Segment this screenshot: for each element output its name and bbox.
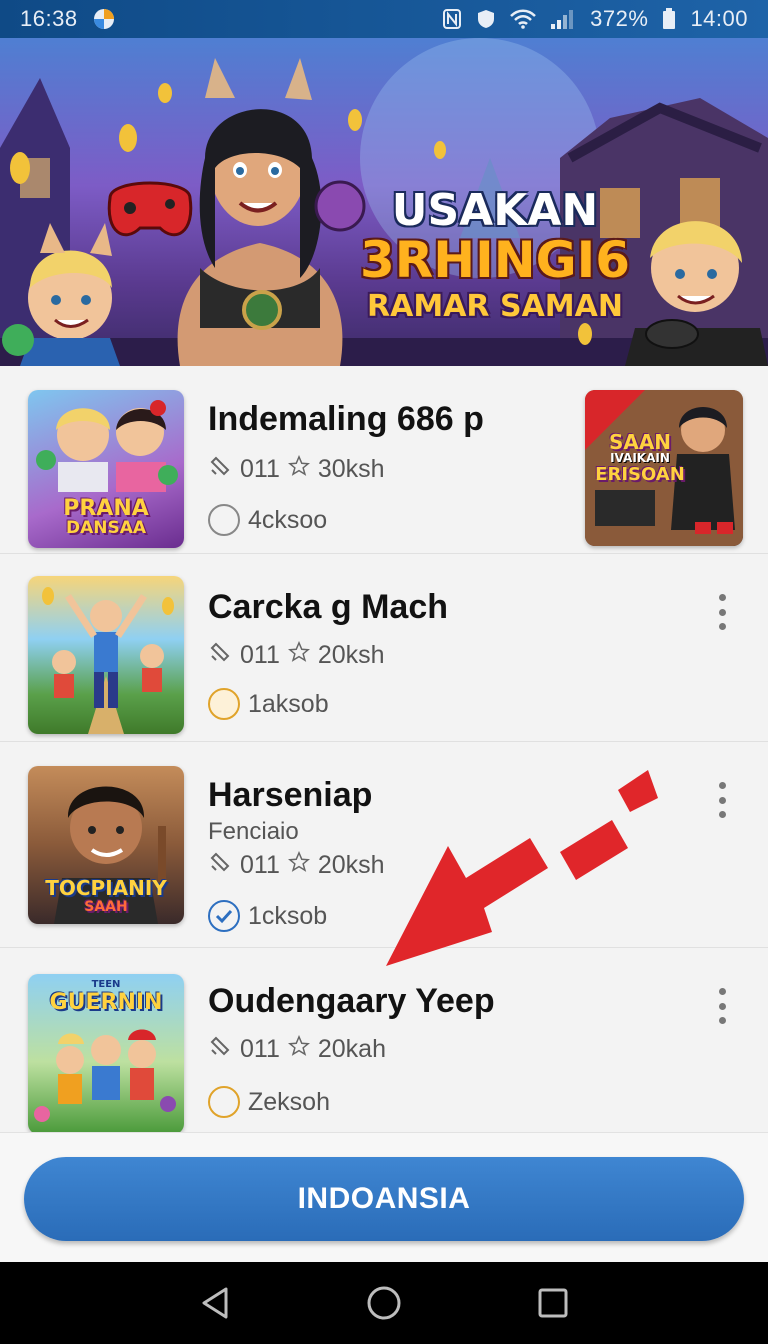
- status-text: Zeksoh: [248, 1087, 330, 1116]
- side-thumbnail-title-2: IVAIKAIN: [610, 451, 670, 465]
- check-circle-icon: [208, 900, 240, 932]
- status-text: 1aksob: [248, 689, 329, 718]
- meta-rating: 20ksh: [317, 851, 385, 879]
- game-subtitle: Fenciaio: [208, 818, 299, 845]
- star-icon: [287, 850, 310, 880]
- game-list-item[interactable]: TEEN GUERNIN Oudengaary Yeep 011 20kah Z…: [0, 948, 768, 1132]
- thumbnail-title-0: TEEN: [91, 979, 121, 990]
- game-thumbnail: TEEN GUERNIN: [28, 974, 184, 1132]
- meta-code: 011: [240, 851, 280, 879]
- meta-code: 011: [240, 641, 280, 669]
- game-meta: 011 20kah: [208, 1034, 386, 1065]
- battery-percent: 372%: [590, 6, 649, 31]
- meta-rating: 30ksh: [317, 455, 385, 483]
- thumbnail-title-2: SAAH: [84, 899, 128, 915]
- red-arrow-icon: [386, 770, 658, 966]
- signal-icon: [550, 8, 576, 30]
- game-title: Indemaling 686 p: [208, 400, 484, 438]
- meta-code: 011: [240, 455, 280, 483]
- status-text: 4cksoo: [248, 505, 328, 534]
- nfc-icon: [442, 8, 462, 30]
- banner-title: USAKAN 3RHINGI6 RAMAR SAMAN: [360, 185, 631, 324]
- primary-action-button[interactable]: INDOANSIA: [24, 1157, 744, 1241]
- more-vertical-icon[interactable]: [712, 986, 732, 1026]
- app-logo-icon: [92, 7, 116, 31]
- banner-title-line3: RAMAR SAMAN: [367, 288, 623, 324]
- link-icon: [208, 850, 232, 881]
- more-vertical-icon[interactable]: [712, 592, 732, 632]
- status-circle-icon: [208, 688, 240, 720]
- shield-icon: [476, 8, 496, 30]
- game-thumbnail: PRANA DANSAA: [28, 390, 184, 548]
- game-list-item[interactable]: Carcka g Mach 011 20ksh 1aksob: [0, 554, 768, 742]
- battery-icon: [662, 8, 676, 30]
- thumbnail-title-1: GUERNIN: [49, 990, 163, 1015]
- thumbnail-title-1: TOCPIANIY: [45, 876, 167, 900]
- status-bar: 16:38 372% 14:00: [0, 0, 768, 38]
- thumbnail-title-1: PRANA: [63, 496, 149, 521]
- meta-rating: 20kah: [317, 1035, 386, 1063]
- star-icon: [287, 640, 310, 670]
- meta-code: 011: [240, 1035, 280, 1063]
- meta-rating: 20ksh: [317, 641, 385, 669]
- game-status: 1cksob: [208, 900, 327, 932]
- banner-title-line2: 3RHINGI6: [360, 231, 631, 290]
- game-title: Carcka g Mach: [208, 588, 448, 626]
- thumbnail-title-2: DANSAA: [65, 518, 147, 538]
- back-icon[interactable]: [193, 1281, 237, 1325]
- game-thumbnail: [28, 576, 184, 734]
- banner-title-line1: USAKAN: [391, 185, 599, 236]
- wifi-icon: [510, 9, 537, 29]
- thumbnail-artwork: [42, 587, 174, 734]
- game-list-item[interactable]: PRANA DANSAA Indemaling 686 p 011 30ksh …: [0, 366, 768, 554]
- side-thumbnail-title-3: ERISOAN: [595, 464, 685, 485]
- game-status: 1aksob: [208, 688, 329, 720]
- game-list: PRANA DANSAA Indemaling 686 p 011 30ksh …: [0, 366, 768, 1132]
- more-vertical-icon[interactable]: [712, 780, 732, 820]
- side-thumbnail-title-1: SAAN: [608, 430, 672, 454]
- link-icon: [208, 1034, 232, 1065]
- game-meta: 011 30ksh: [208, 454, 385, 485]
- promo-banner[interactable]: USAKAN 3RHINGI6 RAMAR SAMAN: [0, 38, 768, 366]
- system-nav-bar: [0, 1262, 768, 1344]
- status-circle-icon: [208, 504, 240, 536]
- recents-icon[interactable]: [531, 1281, 575, 1325]
- star-icon: [287, 454, 310, 484]
- game-status: Zeksoh: [208, 1086, 330, 1118]
- game-meta: 011 20ksh: [208, 850, 385, 881]
- game-status: 4cksoo: [208, 504, 327, 536]
- star-icon: [287, 1034, 310, 1064]
- side-thumbnail[interactable]: SAAN IVAIKAIN ERISOAN: [585, 390, 743, 546]
- status-circle-icon: [208, 1086, 240, 1118]
- home-icon[interactable]: [362, 1281, 406, 1325]
- status-time: 16:38: [20, 6, 78, 31]
- link-icon: [208, 454, 232, 485]
- link-icon: [208, 640, 232, 671]
- bottom-action-bar: INDOANSIA: [0, 1132, 768, 1262]
- game-title: Oudengaary Yeep: [208, 982, 495, 1020]
- game-thumbnail: TOCPIANIY SAAH: [28, 766, 184, 924]
- game-meta: 011 20ksh: [208, 640, 385, 671]
- status-clock: 14:00: [690, 6, 748, 31]
- status-text: 1cksob: [248, 901, 328, 930]
- game-title: Harseniap: [208, 776, 373, 814]
